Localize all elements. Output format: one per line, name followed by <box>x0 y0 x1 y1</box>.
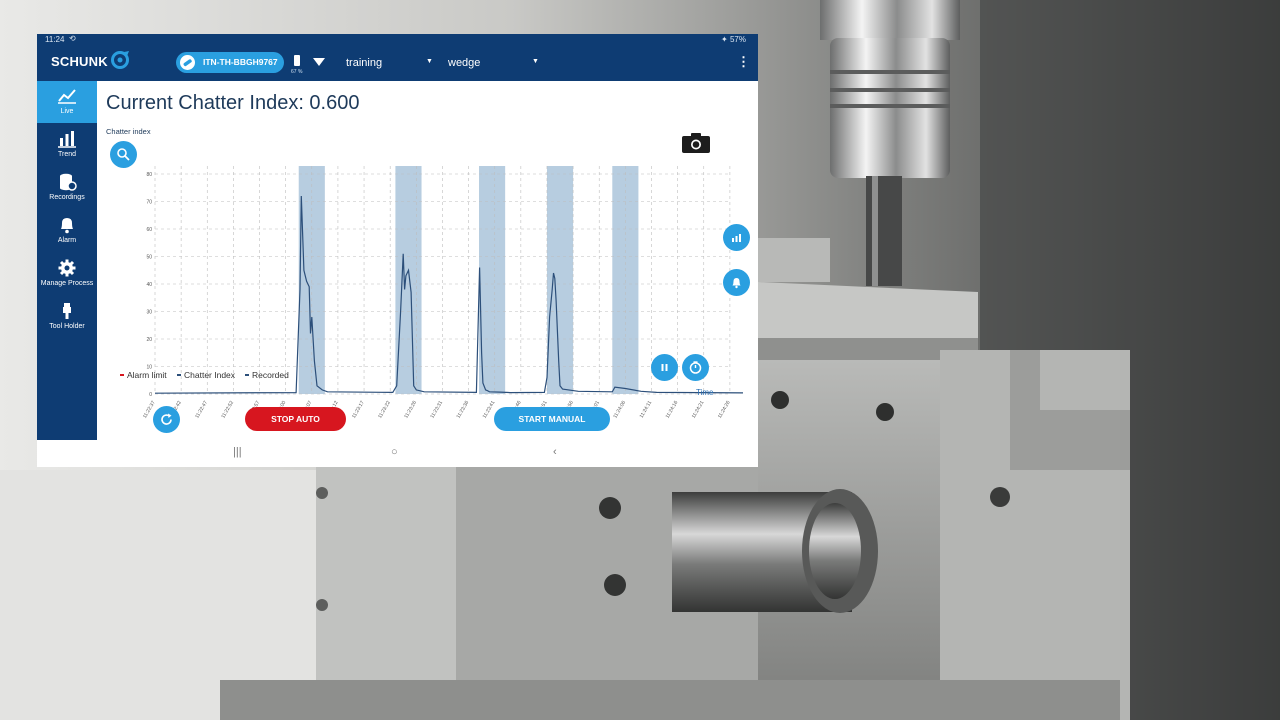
y-tick-label: 40 <box>146 282 152 288</box>
back-icon[interactable]: ‹ <box>553 446 557 458</box>
stop-auto-recording-button[interactable]: STOP AUTO RECORDING <box>245 407 346 448</box>
app-header: SCHUNK ITN-TH-BBGH9767 67 % training ▼ w… <box>37 45 758 81</box>
schunk-logo-icon <box>111 51 129 69</box>
clock-icon <box>689 361 702 374</box>
x-tick-label: 11:23:26 <box>403 400 418 420</box>
recent-apps-icon[interactable]: ||| <box>233 446 242 458</box>
legend-chatter-index: Chatter Index <box>184 370 236 380</box>
start-manual-recording-button[interactable]: START MANUAL RECORDING <box>494 407 610 448</box>
bar-chart-icon <box>732 234 741 242</box>
x-tick-label: 11:23:22 <box>377 400 392 420</box>
recorded-band <box>395 166 422 394</box>
pause-icon <box>661 364 668 371</box>
y-tick-label: 50 <box>146 255 152 261</box>
page-title: Current Chatter Index: 0.600 <box>106 92 360 114</box>
process-dropdown-value: training <box>346 57 383 69</box>
sidebar-item-trend[interactable]: Trend <box>37 124 97 166</box>
tool-holder-icon <box>63 303 71 319</box>
zoom-button[interactable] <box>110 141 137 168</box>
sidebar-item-label: Alarm <box>57 237 77 244</box>
x-tick-label: 11:22:52 <box>220 400 235 420</box>
y-tick-label: 60 <box>146 227 152 233</box>
x-tick-label: 11:23:17 <box>351 400 366 420</box>
x-tick-label: 11:23:31 <box>429 400 444 420</box>
status-battery: 57% <box>729 35 746 44</box>
sensor-icon <box>180 55 195 70</box>
y-tick-label: 30 <box>146 310 152 316</box>
device-selector-button[interactable]: ITN-TH-BBGH9767 <box>176 52 284 73</box>
legend-swatch-alarm-limit <box>120 374 124 376</box>
sidebar-item-label: Live <box>60 108 74 115</box>
bar-chart-icon <box>58 131 76 148</box>
android-nav-bar: ||| ○ ‹ <box>37 440 758 467</box>
more-menu-icon[interactable]: ⋮ <box>737 54 750 70</box>
sidebar-item-recordings[interactable]: Recordings <box>37 167 97 209</box>
tool-dropdown-value: wedge <box>448 57 481 69</box>
database-icon <box>60 173 77 191</box>
gear-icon <box>58 259 76 277</box>
sidebar-item-alarm[interactable]: Alarm <box>37 210 97 252</box>
x-tick-label: 11:24:26 <box>717 400 732 420</box>
bell-icon <box>61 218 73 234</box>
x-tick-label: 11:23:36 <box>456 400 471 420</box>
sidebar-item-label: Tool Holder <box>49 323 85 330</box>
device-battery-level: 67 % <box>291 69 303 75</box>
wifi-icon: ✦ <box>721 35 730 44</box>
refresh-icon <box>161 413 172 425</box>
device-id: ITN-TH-BBGH9767 <box>203 57 278 67</box>
alarm-shortcut-button[interactable] <box>723 269 750 296</box>
chart-y-ticks: 01020304050607080 <box>146 172 152 398</box>
x-tick-label: 11:24:11 <box>639 400 654 419</box>
legend-recorded: Recorded <box>252 370 289 380</box>
sidebar-item-label: Trend <box>57 151 77 158</box>
sidebar-item-tool-holder[interactable]: Tool Holder <box>37 296 97 338</box>
line-chart-icon <box>58 89 76 104</box>
chart-grid <box>154 166 731 395</box>
tablet-app-window: 11:24 ⟲ ✦ 57% SCHUNK ITN-TH-BBGH9767 67 … <box>37 34 758 467</box>
process-dropdown[interactable]: training ▼ <box>346 57 434 69</box>
timer-button[interactable] <box>682 354 709 381</box>
recorded-band <box>479 166 506 394</box>
pause-button[interactable] <box>651 354 678 381</box>
chevron-down-icon: ▼ <box>532 58 539 65</box>
chart-y-axis-label: Chatter index <box>106 127 151 136</box>
legend-alarm-limit: Alarm limit <box>127 370 167 380</box>
y-tick-label: 70 <box>146 200 152 206</box>
tool-dropdown[interactable]: wedge ▼ <box>448 57 540 69</box>
chart-x-ticks: 11:22:3711:22:4211:22:4711:22:5211:22:57… <box>142 400 732 420</box>
bell-icon <box>732 278 741 289</box>
legend-swatch-chatter-index <box>177 374 181 376</box>
chart-x-axis-label: Time <box>696 388 714 397</box>
sidebar-item-live[interactable]: Live <box>37 81 97 123</box>
sidebar-item-label: Recordings <box>49 194 85 201</box>
sidebar-item-label: Manage Process <box>40 280 94 287</box>
sync-icon: ⟲ <box>69 34 76 43</box>
chart-legend: Alarm limit Chatter Index Recorded <box>120 370 289 380</box>
legend-swatch-recorded <box>245 374 249 376</box>
schunk-logo: SCHUNK <box>51 54 108 69</box>
x-tick-label: 11:22:47 <box>194 400 209 420</box>
chatter-index-chart: Chatter index 01020304050607080 11:22:37… <box>106 127 744 420</box>
device-status-bar: 11:24 ⟲ ✦ 57% <box>37 34 758 45</box>
chevron-down-icon: ▼ <box>426 58 433 65</box>
signal-icon <box>313 58 325 66</box>
zoom-icon <box>117 148 130 161</box>
trend-shortcut-button[interactable] <box>723 224 750 251</box>
x-tick-label: 11:24:21 <box>691 400 706 420</box>
y-tick-label: 0 <box>149 392 152 398</box>
recorded-band <box>546 166 574 394</box>
y-tick-label: 80 <box>146 172 152 178</box>
sidebar-nav: Live Trend Recordings Alarm Manage Proce… <box>37 81 97 440</box>
x-tick-label: 11:24:06 <box>612 400 627 420</box>
x-tick-label: 11:24:16 <box>665 400 680 420</box>
sidebar-item-manage-process[interactable]: Manage Process <box>37 253 97 295</box>
refresh-button[interactable] <box>153 406 180 433</box>
battery-icon <box>294 55 300 66</box>
y-tick-label: 20 <box>146 337 152 343</box>
status-time: 11:24 <box>45 35 65 44</box>
camera-icon[interactable] <box>682 133 710 153</box>
home-icon[interactable]: ○ <box>391 446 398 458</box>
